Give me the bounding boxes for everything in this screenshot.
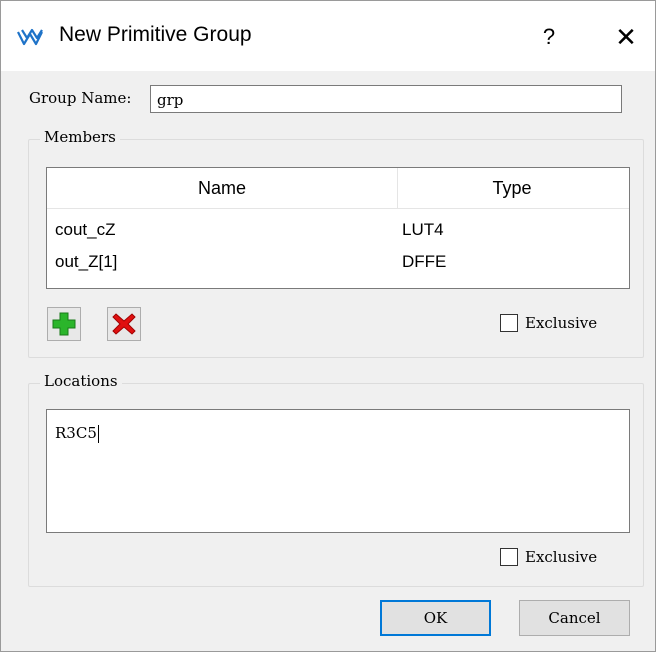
remove-member-button[interactable]	[107, 307, 141, 341]
table-row[interactable]: cout_cZ LUT4	[47, 216, 629, 244]
close-button[interactable]: ✕	[606, 19, 646, 55]
text-caret	[97, 425, 99, 443]
help-button[interactable]: ?	[529, 19, 569, 55]
locations-text: R3C5	[55, 424, 97, 442]
locations-textarea[interactable]: R3C5	[46, 409, 630, 533]
members-table: Name Type cout_cZ LUT4 out_Z[1] DFFE	[46, 167, 630, 289]
row-type-cell: LUT4	[402, 220, 444, 239]
row-type-cell: DFFE	[402, 252, 447, 271]
locations-exclusive-checkbox[interactable]	[500, 548, 518, 566]
add-member-button[interactable]	[47, 307, 81, 341]
plus-icon	[52, 312, 76, 336]
delete-x-icon	[112, 313, 136, 335]
members-legend: Members	[40, 128, 120, 146]
group-name-input[interactable]: grp	[150, 85, 622, 113]
members-exclusive-checkbox[interactable]	[500, 314, 518, 332]
gowin-logo-icon	[17, 28, 43, 46]
table-row[interactable]: out_Z[1] DFFE	[47, 248, 629, 276]
cancel-button[interactable]: Cancel	[519, 600, 630, 636]
column-header-name[interactable]: Name	[47, 168, 398, 208]
locations-legend: Locations	[40, 372, 122, 390]
title-bar: New Primitive Group ? ✕	[1, 1, 655, 71]
new-primitive-group-dialog: New Primitive Group ? ✕ Group Name: grp …	[0, 0, 656, 652]
table-header: Name Type	[47, 168, 629, 209]
locations-exclusive-label: Exclusive	[525, 548, 598, 566]
column-header-type[interactable]: Type	[397, 168, 627, 208]
row-name-cell: cout_cZ	[55, 220, 116, 239]
row-name-cell: out_Z[1]	[55, 252, 118, 271]
window-title: New Primitive Group	[59, 23, 252, 46]
group-name-label: Group Name:	[29, 89, 132, 107]
ok-button[interactable]: OK	[380, 600, 491, 636]
members-exclusive-label: Exclusive	[525, 314, 598, 332]
